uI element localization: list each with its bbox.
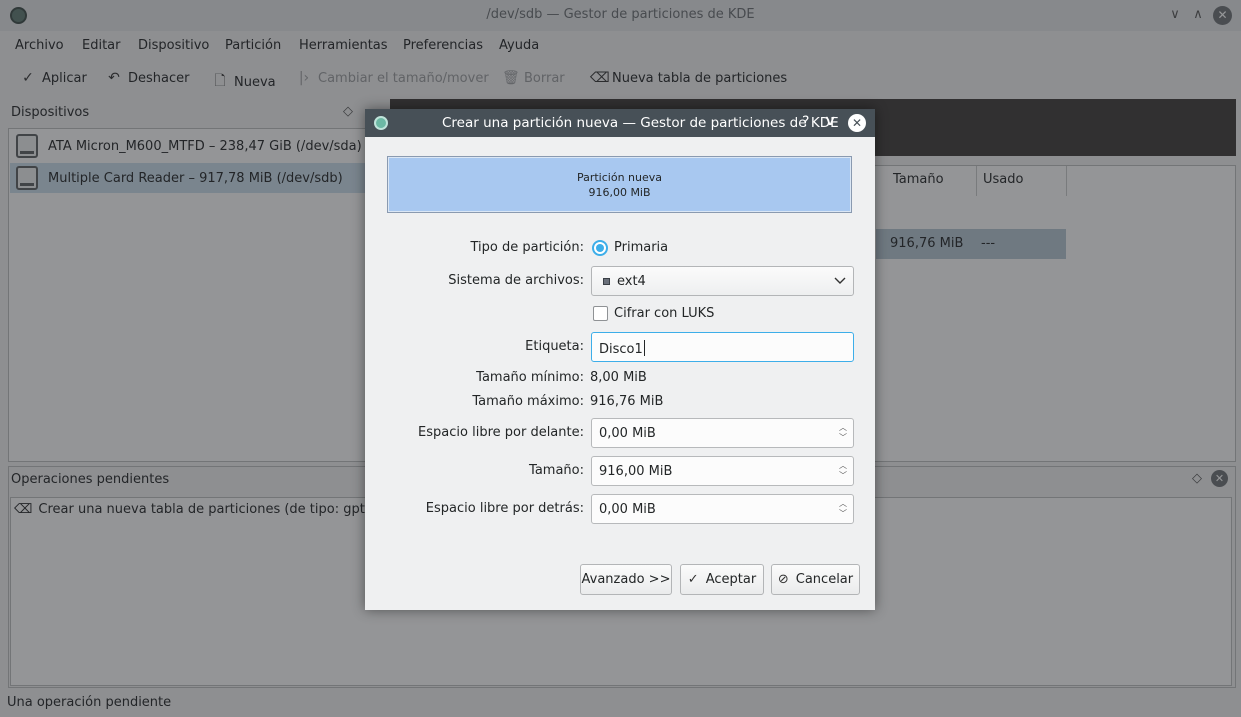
free-before-value: 0,00 MiB xyxy=(599,426,656,441)
encrypt-luks-checkbox[interactable] xyxy=(593,306,608,321)
free-before-label: Espacio libre por delante: xyxy=(418,425,584,440)
primary-radio[interactable] xyxy=(592,240,608,256)
accept-button-label: Aceptar xyxy=(705,572,757,587)
free-after-spinbox[interactable]: 0,00 MiB ︿ ﹀ xyxy=(591,494,854,524)
partition-preview-size: 916,00 MiB xyxy=(588,186,651,199)
encrypt-luks-label[interactable]: Cifrar con LUKS xyxy=(614,306,714,321)
label-input-value: Disco1 xyxy=(599,342,643,357)
free-after-label: Espacio libre por detrás: xyxy=(425,501,584,516)
size-spinbox[interactable]: 916,00 MiB ︿ ﹀ xyxy=(591,456,854,486)
min-size-value: 8,00 MiB xyxy=(590,370,647,385)
filesystem-select[interactable]: ext4 xyxy=(591,266,854,296)
app-icon xyxy=(374,116,388,130)
label-input[interactable]: Disco1 xyxy=(591,332,854,362)
max-size-label: Tamaño máximo: xyxy=(472,394,584,409)
partition-preview: Partición nueva 916,00 MiB xyxy=(387,156,852,213)
spin-arrows-icon[interactable]: ︿ ﹀ xyxy=(837,423,849,443)
filesystem-icon xyxy=(603,278,610,285)
cancel-button-label: Cancelar xyxy=(795,572,854,587)
partition-type-label: Tipo de partición: xyxy=(470,240,584,255)
accept-button[interactable]: ✓ Aceptar xyxy=(680,564,764,595)
dialog-title-bar: Crear una partición nueva — Gestor de pa… xyxy=(365,109,875,137)
help-icon[interactable]: ? xyxy=(802,114,809,130)
chevron-down-icon xyxy=(834,277,846,284)
checkmark-icon: ✓ xyxy=(687,572,699,587)
label-field-label: Etiqueta: xyxy=(525,339,584,354)
advanced-button-label: Avanzado >> xyxy=(581,572,671,587)
close-icon[interactable]: ✕ xyxy=(848,114,866,132)
filesystem-label: Sistema de archivos: xyxy=(448,273,584,288)
free-before-spinbox[interactable]: 0,00 MiB ︿ ﹀ xyxy=(591,418,854,448)
max-size-value: 916,76 MiB xyxy=(590,394,664,409)
spin-arrows-icon[interactable]: ︿ ﹀ xyxy=(837,461,849,481)
min-size-label: Tamaño mínimo: xyxy=(476,370,584,385)
cancel-button[interactable]: ⊘ Cancelar xyxy=(771,564,860,595)
free-after-value: 0,00 MiB xyxy=(599,502,656,517)
primary-radio-label[interactable]: Primaria xyxy=(614,240,668,255)
spin-arrows-icon[interactable]: ︿ ﹀ xyxy=(837,499,849,519)
chevron-down-icon[interactable]: ∨ xyxy=(823,113,836,129)
filesystem-value: ext4 xyxy=(617,274,646,289)
partition-preview-name: Partición nueva xyxy=(576,171,663,184)
size-label: Tamaño: xyxy=(529,463,584,478)
dialog-title: Crear una partición nueva — Gestor de pa… xyxy=(442,115,839,131)
advanced-button[interactable]: Avanzado >> xyxy=(580,564,672,595)
cancel-icon: ⊘ xyxy=(777,572,789,587)
text-caret xyxy=(643,340,645,356)
create-partition-dialog: Crear una partición nueva — Gestor de pa… xyxy=(365,109,875,610)
size-value: 916,00 MiB xyxy=(599,464,673,479)
